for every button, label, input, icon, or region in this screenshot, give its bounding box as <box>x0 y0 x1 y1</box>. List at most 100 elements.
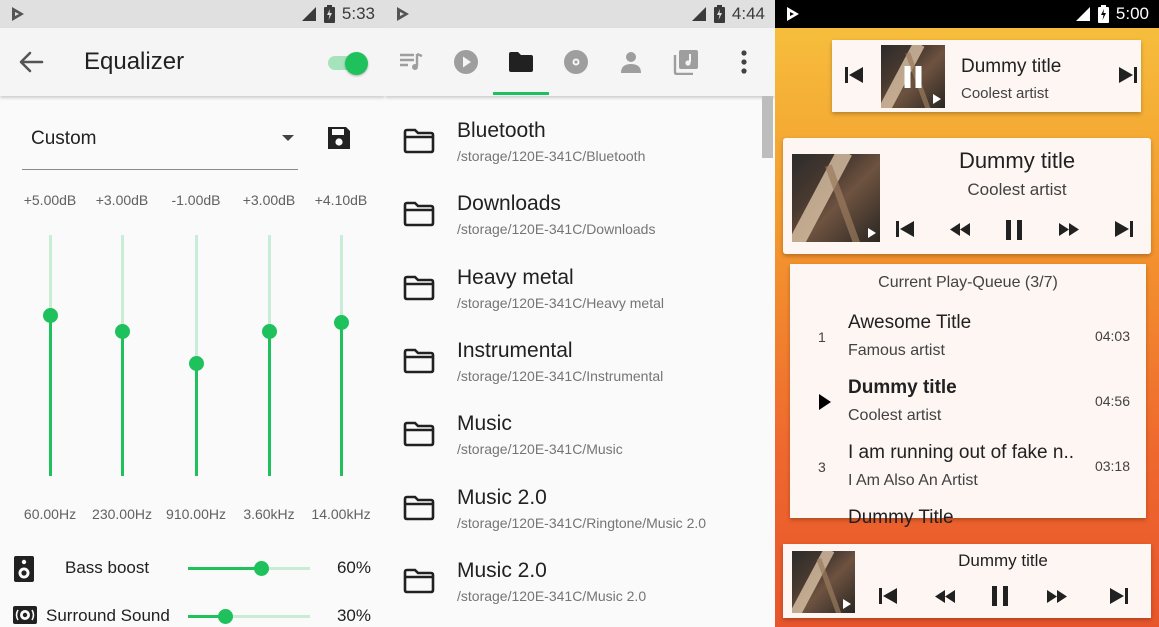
queue-position: 3 <box>818 459 826 475</box>
next-button[interactable] <box>1109 587 1129 605</box>
tab-artists[interactable] <box>615 46 647 78</box>
track-title: Dummy title <box>958 551 1048 570</box>
fast-forward-button[interactable] <box>1046 590 1068 603</box>
folder-path: /storage/120E-341C/Downloads <box>457 221 656 238</box>
save-icon[interactable] <box>326 125 352 151</box>
tab-now-playing[interactable] <box>450 46 482 78</box>
slider-thumb[interactable] <box>254 561 270 576</box>
fast-forward-icon <box>1047 590 1067 603</box>
rewind-button[interactable] <box>934 590 956 603</box>
app-notification-icon <box>397 7 409 21</box>
queue-duration: 04:56 <box>1094 393 1130 409</box>
album-art[interactable] <box>792 551 855 613</box>
folder-item[interactable]: Instrumental/storage/120E-341C/Instrumen… <box>385 324 761 397</box>
folder-path: /storage/120E-341C/Ringtone/Music 2.0 <box>457 514 707 531</box>
folder-name: Bluetooth <box>457 119 546 142</box>
widget-play-queue[interactable]: Current Play-Queue (3/7) 1 Awesome Title F… <box>790 264 1146 528</box>
equalizer-toggle[interactable] <box>326 52 368 75</box>
widget-medium[interactable]: Dummy title Coolest artist <box>783 138 1151 254</box>
next-button[interactable] <box>1114 220 1134 238</box>
band-slider[interactable] <box>49 235 52 476</box>
equalizer-screen: 5:33 Equalizer Custom +5.00dB 60.00Hz +3.0… <box>0 0 385 627</box>
band-frequency-label: 910.00Hz <box>166 506 226 522</box>
clock: 4:44 <box>731 4 765 23</box>
slider-thumb[interactable] <box>217 609 233 624</box>
folder-outline-icon <box>403 348 435 374</box>
queue-artist: I Am Also An Artist <box>848 472 978 489</box>
app-notification-icon <box>12 7 24 21</box>
signal-icon <box>301 7 316 21</box>
folder-name: Music 2.0 <box>457 558 547 582</box>
surround-label: Surround Sound <box>46 606 170 625</box>
folder-path: /storage/120E-341C/Music <box>457 441 623 458</box>
play-icon <box>933 94 941 104</box>
folder-outline-icon <box>403 128 435 154</box>
folder-item[interactable]: Bluetooth/storage/120E-341C/Bluetooth <box>385 104 761 177</box>
folder-name: Downloads <box>457 192 561 216</box>
next-button[interactable] <box>1118 66 1138 84</box>
queue-item[interactable]: 1 Awesome Title Famous artist 04:03 <box>790 306 1146 370</box>
rewind-icon <box>950 223 970 236</box>
tab-library[interactable] <box>670 46 702 78</box>
surround-value: 30% <box>336 606 371 625</box>
back-arrow-icon[interactable] <box>18 50 44 74</box>
previous-button[interactable] <box>844 66 864 84</box>
band-slider-thumb[interactable] <box>262 324 277 340</box>
pause-icon <box>992 586 1008 606</box>
folder-path: /storage/120E-341C/Bluetooth <box>457 148 646 164</box>
queue-item[interactable]: 3 I am running out of fake n.. I Am Also A… <box>790 436 1146 500</box>
track-artist: Coolest artist <box>961 85 1049 102</box>
band-slider[interactable] <box>268 235 271 476</box>
queue-item[interactable]: Dummy title Coolest artist 04:56 <box>790 371 1146 435</box>
queue-artist: Famous artist <box>848 342 945 359</box>
album-art[interactable] <box>881 45 945 108</box>
clock: 5:00 <box>1115 4 1149 23</box>
now-playing-icon <box>818 393 832 414</box>
app-notification-icon <box>787 7 799 21</box>
folder-item[interactable]: Downloads/storage/120E-341C/Downloads <box>385 177 761 250</box>
band-gain-label: +3.00dB <box>95 192 149 208</box>
playlists-icon <box>400 52 423 70</box>
scrollbar[interactable] <box>762 96 773 158</box>
bass-boost-slider[interactable] <box>188 561 310 576</box>
tab-albums[interactable] <box>560 46 592 78</box>
folder-item[interactable]: Music 2.0/storage/120E-341C/Ringtone/Mus… <box>385 471 761 544</box>
folder-item[interactable]: Music/storage/120E-341C/Music <box>385 397 761 470</box>
band-slider-thumb[interactable] <box>43 307 58 323</box>
band-slider-thumb[interactable] <box>115 324 130 340</box>
band-slider[interactable] <box>121 235 124 476</box>
band-slider-thumb[interactable] <box>189 355 204 371</box>
pause-overlay-icon <box>904 65 922 88</box>
battery-charging-icon <box>1097 5 1109 23</box>
band-frequency-label: 3.60kHz <box>243 506 295 522</box>
folder-item[interactable]: Heavy metal/storage/120E-341C/Heavy meta… <box>385 251 761 324</box>
surround-slider[interactable] <box>188 609 310 624</box>
band-frequency-label: 14.00kHz <box>311 506 371 522</box>
rewind-button[interactable] <box>949 223 971 236</box>
pause-button[interactable] <box>1004 219 1024 241</box>
band-slider[interactable] <box>340 235 343 476</box>
band-slider-fill <box>195 362 198 476</box>
more-vert-icon <box>741 50 747 74</box>
queue-duration: 03:18 <box>1094 458 1130 474</box>
pause-icon <box>1006 220 1022 240</box>
folder-outline-icon <box>403 568 435 594</box>
tab-folders[interactable] <box>505 46 537 78</box>
toolbar: Equalizer <box>0 28 385 96</box>
band-slider-thumb[interactable] <box>334 314 349 330</box>
queue-header: Current Play-Queue (3/7) <box>878 274 1058 291</box>
previous-button[interactable] <box>895 220 915 238</box>
surround-row: Surround Sound 30% <box>0 600 385 627</box>
tab-playlists[interactable] <box>395 46 427 78</box>
widget-small[interactable]: Dummy title Coolest artist <box>832 40 1141 112</box>
album-art[interactable] <box>792 154 880 242</box>
more-options-button[interactable] <box>728 46 760 78</box>
fast-forward-button[interactable] <box>1058 223 1080 236</box>
widget-bottom[interactable]: Dummy title <box>783 544 1151 618</box>
previous-button[interactable] <box>878 587 898 605</box>
preset-dropdown[interactable]: Custom <box>22 118 298 170</box>
queue-duration: 04:03 <box>1094 328 1130 344</box>
folder-item[interactable]: Music 2.0/storage/120E-341C/Music 2.0 <box>385 544 761 617</box>
bass-boost-row: Bass boost 60% <box>0 552 385 584</box>
pause-button[interactable] <box>990 585 1010 607</box>
